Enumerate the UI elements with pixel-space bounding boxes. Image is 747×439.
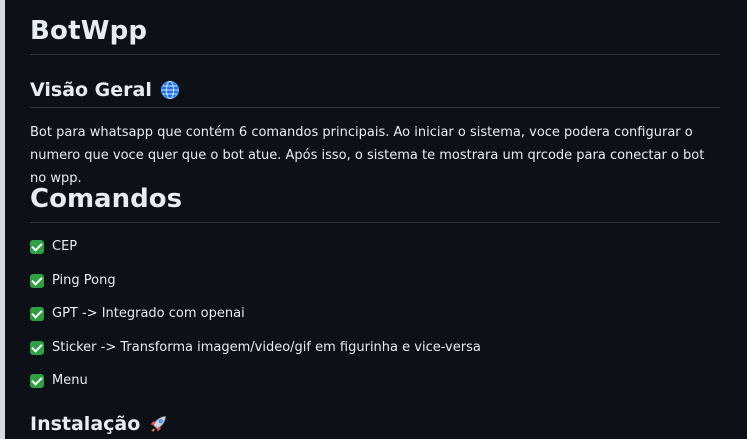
commands-heading: Comandos	[30, 184, 183, 214]
rocket-icon	[150, 416, 167, 432]
commands-list: CEP Ping Pong GPT -> Integrado com opena…	[30, 237, 481, 405]
globe-icon	[160, 81, 179, 99]
list-item: Menu	[30, 371, 481, 405]
list-item: CEP	[30, 237, 481, 271]
list-item: GPT -> Integrado com openai	[30, 304, 481, 338]
page-title: BotWpp	[30, 16, 148, 46]
left-edge-line	[0, 0, 5, 439]
check-icon	[30, 273, 44, 288]
installation-heading: Instalação	[30, 411, 168, 437]
overview-heading-text: Visão Geral	[30, 79, 152, 101]
check-icon	[30, 374, 44, 388]
overview-description: Bot para whatsapp que contém 6 comandos …	[30, 125, 705, 186]
check-icon	[30, 240, 44, 254]
readme-page: BotWpp Visão Geral Bot para whatsapp que…	[0, 0, 747, 439]
commands-divider	[30, 222, 720, 223]
overview-divider	[30, 107, 720, 108]
check-icon	[30, 307, 44, 321]
list-item: Ping Pong	[30, 271, 481, 305]
command-label: Ping Pong	[52, 272, 116, 288]
title-divider	[30, 54, 720, 55]
command-label: GPT -> Integrado com openai	[52, 306, 245, 321]
overview-heading: Visão Geral	[30, 77, 180, 103]
command-label: CEP	[52, 239, 78, 254]
list-item: Sticker -> Transforma imagem/video/gif e…	[30, 338, 481, 372]
check-icon	[30, 340, 44, 355]
installation-heading-text: Instalação	[30, 413, 141, 435]
command-label: Menu	[52, 373, 88, 388]
command-label: Sticker -> Transforma imagem/video/gif e…	[52, 339, 481, 355]
